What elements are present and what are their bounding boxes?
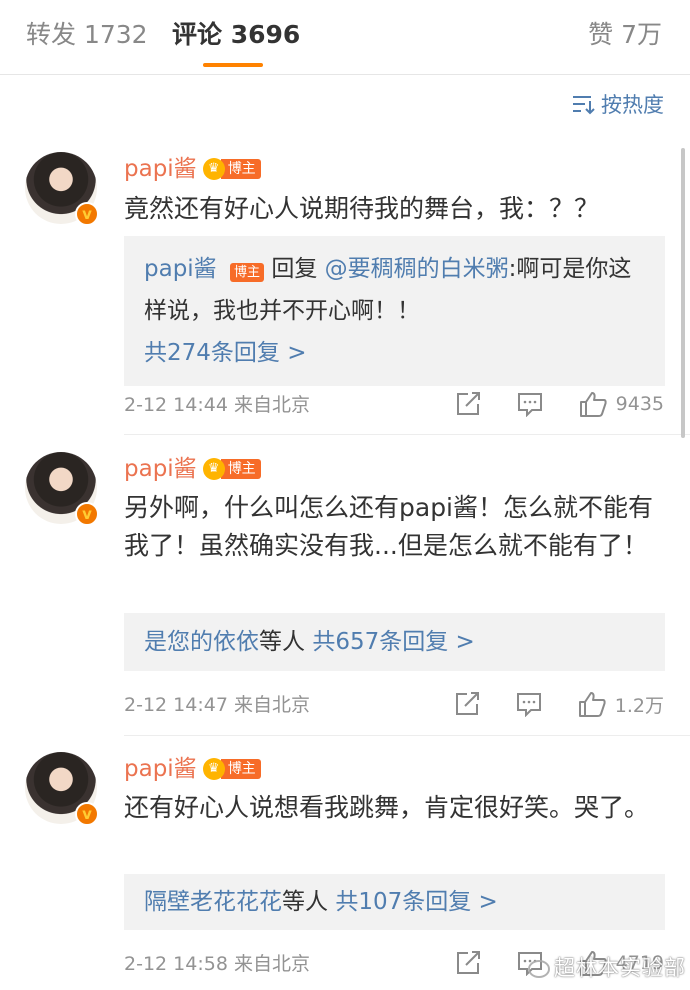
view-replies-link[interactable]: 共274条回复 > xyxy=(144,332,645,374)
sort-label: 按热度 xyxy=(601,93,664,117)
verified-icon: v xyxy=(75,202,99,226)
sort-by-hot-button[interactable]: 按热度 xyxy=(571,89,664,119)
avatar[interactable]: v xyxy=(25,752,99,826)
thumbs-up-icon xyxy=(579,392,607,417)
repost-button[interactable] xyxy=(454,950,482,976)
comment-icon xyxy=(517,393,542,417)
repost-icon xyxy=(456,392,480,415)
reply-button[interactable] xyxy=(516,391,544,417)
comment-author[interactable]: papi酱 ♛ 博主 xyxy=(124,154,261,184)
tab-like[interactable]: 赞 7万 xyxy=(588,18,662,52)
crown-icon: ♛ xyxy=(202,758,225,780)
repost-button[interactable] xyxy=(454,391,482,417)
thumbs-up-icon xyxy=(578,692,606,717)
reply-mention[interactable]: @要稠稠的白米粥 xyxy=(325,256,509,282)
reply-names[interactable]: 是您的依依 xyxy=(144,629,259,655)
comment-author[interactable]: papi酱 ♛ 博主 xyxy=(124,454,261,484)
badge-label: 博主 xyxy=(220,759,261,779)
verified-icon: v xyxy=(75,502,99,526)
badge-label: 博主 xyxy=(220,459,261,479)
scrollbar[interactable] xyxy=(681,148,685,438)
like-button[interactable]: 9435 xyxy=(578,390,664,418)
like-count: 9435 xyxy=(615,393,664,415)
tab-repost[interactable]: 转发 1732 xyxy=(26,18,148,52)
comment-item: v papi酱 ♛ 博主 另外啊，什么叫怎么还有papi酱！怎么就不能有我了！虽… xyxy=(0,452,690,737)
comment-time: 2-12 14:47 xyxy=(124,694,228,716)
comment-text: 竟然还有好心人说期待我的舞台，我：？？ xyxy=(124,194,600,223)
author-badge: ♛ 博主 xyxy=(202,758,261,780)
reply-summary[interactable]: 是您的依依等人 共657条回复 > xyxy=(124,613,665,671)
username[interactable]: papi酱 xyxy=(124,454,197,484)
like-button[interactable]: 1.2万 xyxy=(577,690,664,718)
comment-time: 2-12 14:44 xyxy=(124,394,228,416)
comment-text: 另外啊，什么叫怎么还有papi酱！怎么就不能有我了！虽然确实没有我...但是怎么… xyxy=(124,493,654,560)
sort-icon xyxy=(573,96,595,115)
divider xyxy=(124,434,690,435)
tab-bar: 转发 1732 评论 3696 赞 7万 xyxy=(0,0,690,75)
weibo-logo-icon xyxy=(528,960,550,978)
comment-location: 来自北京 xyxy=(233,953,310,975)
comment-text: 还有好心人说想看我跳舞，肯定很好笑。哭了。 xyxy=(124,793,650,822)
view-replies-link[interactable]: 共657条回复 > xyxy=(312,629,474,655)
author-badge: ♛ 博主 xyxy=(202,458,261,480)
username[interactable]: papi酱 xyxy=(124,154,197,184)
reply-summary-line: 是您的依依等人 共657条回复 > xyxy=(144,621,645,663)
view-replies-link[interactable]: 共107条回复 > xyxy=(335,889,497,915)
comment-actions: 1.2万 xyxy=(453,689,664,719)
reply-preview[interactable]: papi酱 博主 回复 @要稠稠的白米粥:啊可是你这样说，我也并不开心啊！！ 共… xyxy=(124,236,665,386)
reply-suffix: 等人 xyxy=(259,629,305,655)
crown-icon: ♛ xyxy=(202,458,225,480)
reply-username[interactable]: papi酱 xyxy=(144,256,217,282)
reply-content: papi酱 博主 回复 @要稠稠的白米粥:啊可是你这样说，我也并不开心啊！！ xyxy=(144,248,645,332)
comment-actions: 9435 xyxy=(454,389,664,419)
comment-meta: 2-12 14:44 来自北京 xyxy=(124,392,310,418)
reply-names[interactable]: 隔壁老花花花 xyxy=(144,889,282,915)
username[interactable]: papi酱 xyxy=(124,754,197,784)
reply-summary[interactable]: 隔壁老花花花等人 共107条回复 > xyxy=(124,874,665,930)
divider xyxy=(124,735,690,736)
reply-summary-line: 隔壁老花花花等人 共107条回复 > xyxy=(144,881,645,923)
badge-label: 博主 xyxy=(220,159,261,179)
tab-comment[interactable]: 评论 3696 xyxy=(172,18,300,52)
avatar[interactable]: v xyxy=(25,452,99,526)
verified-icon: v xyxy=(75,802,99,826)
crown-icon: ♛ xyxy=(202,158,225,180)
reply-button[interactable] xyxy=(515,691,543,717)
reply-suffix: 等人 xyxy=(282,889,328,915)
repost-icon xyxy=(456,951,480,974)
comment-author[interactable]: papi酱 ♛ 博主 xyxy=(124,754,261,784)
watermark: 超林本实验部 xyxy=(528,952,686,982)
repost-button[interactable] xyxy=(453,691,481,717)
avatar[interactable]: v xyxy=(25,152,99,226)
reply-verb: 回复 xyxy=(271,256,318,282)
comment-location: 来自北京 xyxy=(233,394,310,416)
like-count: 1.2万 xyxy=(614,694,664,717)
comment-meta: 2-12 14:47 来自北京 xyxy=(124,692,310,718)
comment-item: v papi酱 ♛ 博主 竟然还有好心人说期待我的舞台，我：？？ papi酱 博… xyxy=(0,152,690,437)
author-badge: ♛ 博主 xyxy=(202,158,261,180)
active-tab-indicator xyxy=(203,63,263,67)
reply-author-badge: 博主 xyxy=(230,262,265,284)
comment-location: 来自北京 xyxy=(233,694,310,716)
comment-meta: 2-12 14:58 来自北京 xyxy=(124,951,310,977)
comment-icon xyxy=(516,693,541,717)
comment-time: 2-12 14:58 xyxy=(124,953,228,975)
repost-icon xyxy=(455,692,479,715)
